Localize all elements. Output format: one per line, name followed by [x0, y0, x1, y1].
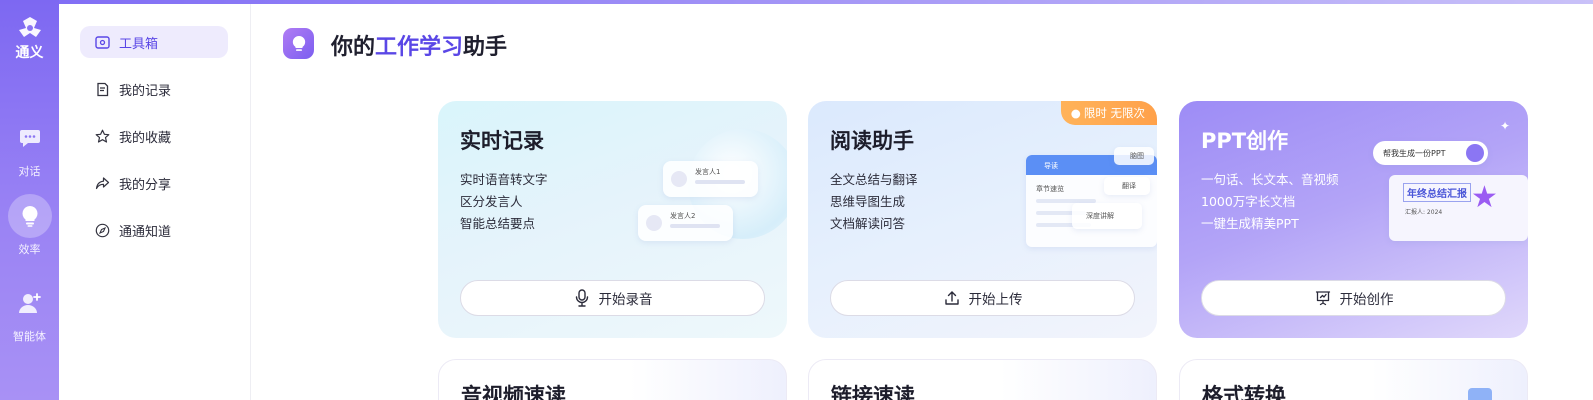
- limited-offer-badge: ● 限时 无限次: [1060, 101, 1157, 125]
- rail-item-efficiency[interactable]: 效率: [0, 194, 59, 257]
- card-title: 格式转换: [1202, 384, 1286, 400]
- rail-item-agent[interactable]: 智能体: [0, 281, 59, 344]
- start-recording-button[interactable]: 开始录音: [460, 280, 765, 316]
- toolbox-icon: [94, 34, 110, 50]
- sidebar-item-records[interactable]: 我的记录: [80, 73, 228, 105]
- button-label: 开始上传: [968, 292, 1023, 308]
- star-icon: [94, 128, 110, 144]
- sidebar-item-label: 工具箱: [119, 36, 159, 52]
- start-upload-button[interactable]: 开始上传: [830, 280, 1135, 316]
- fire-icon: ●: [1070, 106, 1081, 120]
- page-title-highlight: 工作学习: [375, 35, 464, 60]
- sidebar-item-label: 我的分享: [119, 177, 172, 193]
- speaker-label: 发言人1: [695, 168, 721, 176]
- page-title-prefix: 你的: [331, 35, 376, 60]
- card-title: 实时记录: [460, 129, 544, 153]
- card-av-quick-read[interactable]: 音视频速读: [438, 359, 787, 400]
- agent-icon: [8, 281, 52, 325]
- chip-label: 深度讲解: [1086, 212, 1114, 220]
- format-icon: [1468, 388, 1492, 400]
- realtime-illustration: 发言人1 发言人2: [628, 129, 787, 249]
- chat-icon: [8, 116, 52, 160]
- card-feature: 一键生成精美PPT: [1201, 216, 1299, 231]
- slide-subtitle: 汇报人: 2024: [1405, 209, 1443, 216]
- row-label: 章节速览: [1036, 185, 1064, 193]
- compass-icon: [94, 222, 110, 238]
- microphone-icon: [573, 289, 591, 307]
- lightbulb-icon: [7, 194, 52, 238]
- badge-label: 限时 无限次: [1083, 106, 1145, 120]
- chip-label: 翻译: [1122, 182, 1136, 190]
- slide-title: 年终总结汇报: [1403, 183, 1471, 202]
- card-feature: 区分发言人: [460, 194, 523, 209]
- card-feature: 智能总结要点: [460, 216, 536, 231]
- card-title: 链接速读: [831, 384, 915, 400]
- sidebar-item-label: 通通知道: [119, 224, 172, 240]
- card-feature: 1000万字长文档: [1201, 194, 1296, 209]
- card-title: 阅读助手: [830, 129, 914, 153]
- sidebar-item-label: 我的记录: [119, 83, 172, 99]
- reading-illustration: 导读 章节速览 脑图 翻译 深度讲解: [1026, 147, 1157, 249]
- card-title: PPT创作: [1201, 129, 1289, 153]
- card-feature: 思维导图生成: [830, 194, 906, 209]
- record-icon: [94, 81, 110, 97]
- send-icon: [1466, 144, 1484, 162]
- rail-item-chat[interactable]: 对话: [0, 116, 59, 179]
- efficiency-header-icon: [283, 28, 314, 59]
- tab-label: 导读: [1044, 162, 1058, 170]
- chip-label: 脑图: [1130, 152, 1144, 160]
- sidebar-item-shares[interactable]: 我的分享: [80, 167, 228, 199]
- presentation-icon: [1314, 289, 1332, 307]
- sidebar-item-toolbox[interactable]: 工具箱: [80, 26, 228, 58]
- card-format-convert[interactable]: 格式转换: [1179, 359, 1528, 400]
- card-feature: 文档解读问答: [830, 216, 906, 231]
- card-feature: 全文总结与翻译: [830, 172, 918, 187]
- speaker-label: 发言人2: [670, 212, 696, 220]
- sparkle-icon: ✦: [1500, 119, 1511, 133]
- card-feature: 实时语音转文字: [460, 172, 548, 187]
- magic-star-icon: ★: [1471, 180, 1498, 215]
- card-reading-assistant[interactable]: ● 限时 无限次 阅读助手 全文总结与翻译 思维导图生成 文档解读问答 导读 章…: [808, 101, 1157, 338]
- card-realtime-record[interactable]: 实时记录 实时语音转文字 区分发言人 智能总结要点 发言人1 发言人2 开始录音: [438, 101, 787, 338]
- button-label: 开始录音: [598, 292, 653, 308]
- tongyi-logo-icon: [18, 17, 41, 37]
- card-title: 音视频速读: [461, 384, 566, 400]
- rail-item-chat-label: 对话: [18, 165, 41, 178]
- sidebar-item-tongtong[interactable]: 通通知道: [80, 214, 228, 246]
- sidebar-item-favorites[interactable]: 我的收藏: [80, 120, 228, 152]
- sidebar-item-label: 我的收藏: [119, 130, 172, 146]
- card-link-quick-read[interactable]: 链接速读: [808, 359, 1157, 400]
- button-label: 开始创作: [1339, 292, 1394, 308]
- card-features: 全文总结与翻译 思维导图生成 文档解读问答: [830, 169, 918, 235]
- app-logo-label: 通义: [15, 45, 44, 61]
- app-logo[interactable]: 通义: [8, 16, 51, 62]
- rail-item-efficiency-label: 效率: [18, 243, 41, 256]
- page-title-suffix: 助手: [463, 35, 508, 60]
- share-icon: [94, 175, 110, 191]
- app-rail: 通义 对话 效率 智能体: [0, 0, 59, 400]
- start-creating-button[interactable]: 开始创作: [1201, 280, 1506, 316]
- card-feature: 一句话、长文本、音视频: [1201, 172, 1339, 187]
- ppt-illustration: 帮我生成一份PPT 年终总结汇报 汇报人: 2024 ★ ✦: [1373, 119, 1528, 249]
- upload-icon: [943, 289, 961, 307]
- card-features: 实时语音转文字 区分发言人 智能总结要点: [460, 169, 548, 235]
- lightbulb-icon: [292, 35, 305, 51]
- card-ppt-creation[interactable]: PPT创作 一句话、长文本、音视频 1000万字长文档 一键生成精美PPT 帮我…: [1179, 101, 1528, 338]
- tools-sidebar: 工具箱 我的记录 我的收藏 我的分享 通通知道: [59, 4, 251, 400]
- card-features: 一句话、长文本、音视频 1000万字长文档 一键生成精美PPT: [1201, 169, 1339, 235]
- rail-item-agent-label: 智能体: [13, 330, 46, 343]
- page-title: 你的工作学习助手: [331, 29, 507, 61]
- prompt-text: 帮我生成一份PPT: [1383, 149, 1446, 158]
